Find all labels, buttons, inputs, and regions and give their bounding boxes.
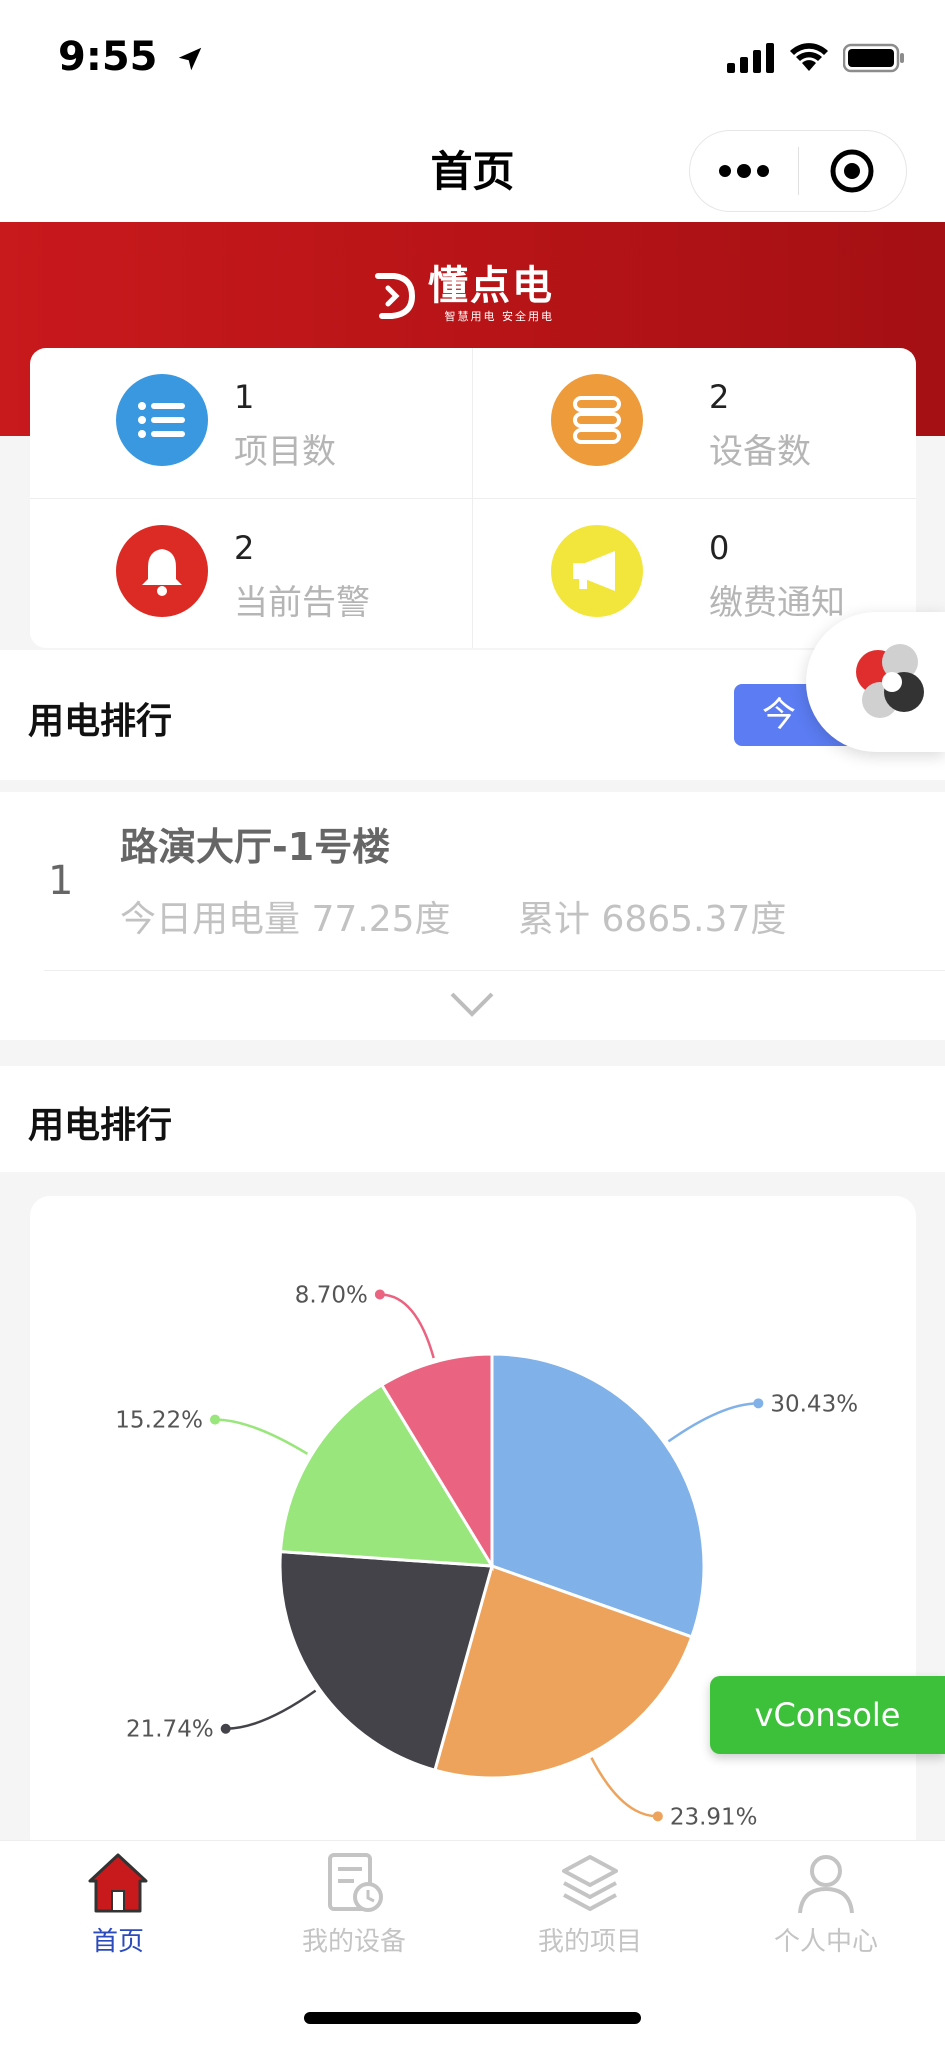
bell-icon — [116, 525, 208, 617]
tab-label: 个人中心 — [773, 1927, 878, 1957]
pie-leader-line — [215, 1418, 309, 1455]
rank-number: 1 — [48, 858, 74, 904]
pie-leader-line — [590, 1757, 658, 1818]
user-icon — [798, 1855, 854, 1914]
section-title: 用电排行 — [28, 1105, 173, 1146]
stats-card: 1 项目数 2 设备数 2 当前告警 0 缴费通知 — [30, 348, 916, 648]
stat-value: 2 — [709, 378, 730, 416]
megaphone-icon — [551, 525, 643, 617]
tab-home[interactable]: 首页 — [0, 1841, 236, 1961]
stat-label: 设备数 — [709, 432, 811, 472]
pie-data-label: 21.74% — [126, 1717, 214, 1743]
signal-icon — [727, 43, 774, 73]
pie-label-dot — [210, 1414, 221, 1425]
vconsole-button[interactable]: vConsole — [710, 1676, 945, 1754]
stat-project-count[interactable]: 1 项目数 — [30, 348, 473, 498]
stat-value: 1 — [234, 378, 255, 416]
list-icon — [116, 374, 208, 466]
tab-label: 我的项目 — [537, 1927, 642, 1957]
stat-device-count[interactable]: 2 设备数 — [473, 348, 916, 498]
divider — [44, 970, 945, 971]
rank-total-usage: 累计 6865.37度 — [518, 899, 787, 940]
pie-label-dot — [652, 1811, 663, 1822]
chart-header: 用电排行 — [0, 1066, 945, 1172]
pie-chart: 30.43% 23.91% 21.74% 15.22% 8.70% — [115, 1282, 858, 1830]
mini-program-capsule — [689, 130, 907, 212]
target-icon — [830, 149, 874, 193]
layers-icon — [562, 1855, 618, 1911]
tab-profile[interactable]: 个人中心 — [708, 1841, 944, 1961]
pinwheel-logo-icon — [856, 644, 924, 718]
pie-data-label: 15.22% — [115, 1408, 203, 1434]
stat-value: 2 — [234, 529, 255, 567]
status-time: 9:55 — [58, 34, 205, 80]
tab-my-devices[interactable]: 我的设备 — [236, 1841, 472, 1961]
status-icons — [727, 40, 905, 76]
stat-label: 当前告警 — [234, 583, 370, 623]
pie-leader-line — [379, 1293, 435, 1359]
pie-data-label: 30.43% — [770, 1391, 858, 1417]
pie-data-label: 8.70% — [295, 1282, 368, 1308]
stat-label: 项目数 — [234, 432, 336, 472]
status-bar: 9:55 — [0, 0, 945, 110]
document-clock-icon — [328, 1853, 383, 1912]
rank-name: 路演大厅-1号楼 — [120, 825, 391, 869]
brand-name: 懂点电 — [428, 263, 554, 309]
brand-d-icon — [375, 273, 416, 319]
stat-value: 0 — [709, 529, 730, 567]
pie-leader-line — [667, 1402, 759, 1443]
pie-leader-line — [225, 1689, 317, 1730]
chart-card: 30.43% 23.91% 21.74% 15.22% 8.70% — [30, 1196, 916, 1856]
tab-label: 首页 — [91, 1927, 144, 1957]
pie-label-dot — [220, 1723, 231, 1734]
close-program-button[interactable] — [799, 131, 907, 211]
brand-tagline: 智慧用电 安全用电 — [444, 310, 554, 323]
more-dots-icon — [718, 164, 769, 178]
section-title: 用电排行 — [28, 701, 173, 742]
location-arrow-icon — [179, 47, 202, 71]
chevron-down-icon[interactable] — [448, 988, 496, 1022]
pie-label-dot — [753, 1398, 764, 1409]
rank-today-usage: 今日用电量 77.25度 — [120, 899, 451, 940]
wifi-icon — [790, 43, 828, 71]
stat-current-alarms[interactable]: 2 当前告警 — [30, 499, 473, 648]
ranking-header: 用电排行 今 — [0, 650, 945, 780]
brand-logo: 懂点电 智慧用电 安全用电 — [372, 252, 554, 336]
battery-icon — [843, 43, 904, 73]
pie-label-dot — [374, 1289, 385, 1300]
tab-my-projects[interactable]: 我的项目 — [472, 1841, 708, 1961]
pie-data-label: 23.91% — [670, 1804, 758, 1830]
nav-bar: 首页 — [0, 110, 945, 222]
tab-label: 我的设备 — [301, 1927, 406, 1957]
floating-logo-button[interactable] — [806, 612, 945, 752]
home-icon — [88, 1853, 148, 1913]
home-indicator — [304, 2012, 641, 2024]
ranking-list: 1 路演大厅-1号楼 今日用电量 77.25度 累计 6865.37度 — [0, 792, 945, 1040]
more-button[interactable] — [690, 131, 798, 211]
server-icon — [551, 374, 643, 466]
